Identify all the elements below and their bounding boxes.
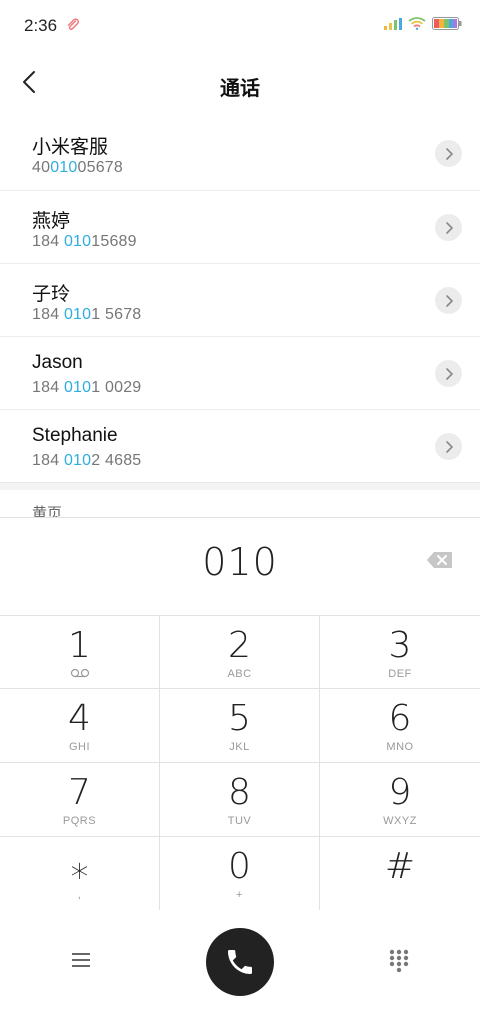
key-0[interactable]: 0 + xyxy=(160,837,320,911)
contact-name: 燕婷 xyxy=(32,211,71,232)
chevron-right-icon xyxy=(445,294,453,307)
dialed-number: 010 xyxy=(202,540,278,584)
paperclip-icon xyxy=(66,18,80,32)
keypad: 1 2 ABC 3 DEF 4 GHI 5 JKL 6 MNO 7 PQRS 8… xyxy=(0,615,480,911)
number-match-highlight: 010 xyxy=(63,379,92,396)
menu-button[interactable] xyxy=(70,950,92,970)
backspace-icon xyxy=(427,552,452,568)
contact-list: 小米客服 4001005678 燕婷 184 01015689 子玲 184 0… xyxy=(0,117,480,482)
number-match-highlight: 010 xyxy=(63,306,92,323)
phone-icon xyxy=(228,950,252,974)
chevron-right-icon xyxy=(445,367,453,380)
contact-number: 184 0101 5678 xyxy=(32,306,142,323)
contact-number: 184 01015689 xyxy=(32,233,137,250)
key-4[interactable]: 4 GHI xyxy=(0,689,160,763)
key-2[interactable]: 2 ABC xyxy=(160,616,320,689)
status-bar: 2:36 xyxy=(0,0,480,52)
contact-detail-button[interactable] xyxy=(435,433,462,460)
contact-detail-button[interactable] xyxy=(435,287,462,314)
contact-name: 小米客服 xyxy=(32,137,109,158)
bottom-action-bar xyxy=(0,910,480,1013)
contact-number: 184 0101 0029 xyxy=(32,379,142,396)
contact-name: 子玲 xyxy=(32,284,71,305)
key-hash[interactable]: # xyxy=(320,837,480,911)
key-6[interactable]: 6 MNO xyxy=(320,689,480,763)
number-match-highlight: 010 xyxy=(63,452,92,469)
contact-row[interactable]: 燕婷 184 01015689 xyxy=(0,190,480,263)
contact-detail-button[interactable] xyxy=(435,140,462,167)
contact-number: 4001005678 xyxy=(32,159,123,176)
number-match-highlight: 010 xyxy=(50,159,78,176)
key-7[interactable]: 7 PQRS xyxy=(0,763,160,837)
chevron-right-icon xyxy=(445,221,453,234)
call-button[interactable] xyxy=(206,928,274,996)
dialpad-toggle-button[interactable] xyxy=(388,948,410,974)
contact-detail-button[interactable] xyxy=(435,360,462,387)
key-8[interactable]: 8 TUV xyxy=(160,763,320,837)
header: 通话 xyxy=(0,52,480,116)
contact-detail-button[interactable] xyxy=(435,214,462,241)
key-5[interactable]: 5 JKL xyxy=(160,689,320,763)
contact-name: Jason xyxy=(32,352,83,373)
contact-row[interactable]: Jason 184 0101 0029 xyxy=(0,336,480,409)
contact-row[interactable]: 小米客服 4001005678 xyxy=(0,117,480,190)
menu-icon xyxy=(72,953,90,967)
contact-row[interactable]: 子玲 184 0101 5678 xyxy=(0,263,480,336)
key-1[interactable]: 1 xyxy=(0,616,160,689)
status-time: 2:36 xyxy=(24,16,58,35)
page-title: 通话 xyxy=(220,78,260,100)
section-divider xyxy=(0,482,480,490)
voicemail-icon xyxy=(0,668,159,681)
chevron-right-icon xyxy=(445,147,453,160)
wifi-icon xyxy=(408,17,426,35)
signal-icon xyxy=(384,17,402,35)
dialpad-icon xyxy=(389,949,409,973)
contact-number: 184 0102 4685 xyxy=(32,452,142,469)
number-match-highlight: 010 xyxy=(63,233,92,250)
backspace-button[interactable] xyxy=(426,550,454,570)
battery-icon xyxy=(432,17,462,35)
key-star[interactable]: ⁎ , xyxy=(0,837,160,911)
contact-name: Stephanie xyxy=(32,425,118,446)
contact-row[interactable]: Stephanie 184 0102 4685 xyxy=(0,409,480,482)
key-3[interactable]: 3 DEF xyxy=(320,616,480,689)
key-9[interactable]: 9 WXYZ xyxy=(320,763,480,837)
dial-display-area: 010 xyxy=(0,517,480,615)
chevron-right-icon xyxy=(445,440,453,453)
